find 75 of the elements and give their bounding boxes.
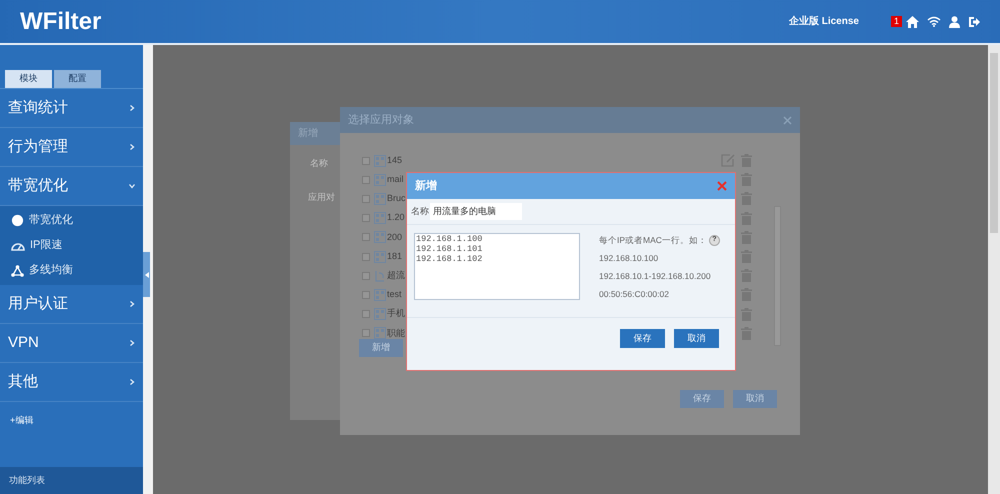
checkbox[interactable]: [362, 233, 370, 242]
save-button[interactable]: 保存: [680, 390, 724, 408]
sidebar-submenu-item[interactable]: 多线均衡: [0, 258, 143, 283]
group-icon: [374, 154, 386, 167]
checkbox[interactable]: [362, 252, 370, 261]
list-item-label[interactable]: 手机: [387, 307, 405, 321]
group-icon: [374, 308, 386, 320]
chevron-down-icon: [129, 183, 135, 189]
group-icon: [374, 231, 386, 244]
close-icon[interactable]: [783, 116, 792, 124]
user-icon[interactable]: [949, 16, 960, 28]
address-line: 192.168.1.101: [416, 244, 484, 254]
list-item-label[interactable]: 超流: [387, 268, 405, 282]
checkbox[interactable]: [362, 156, 370, 165]
list-item-label[interactable]: 145: [387, 154, 402, 168]
group-icon: [374, 250, 386, 263]
example-text: 00:50:56:C0:00:02: [599, 288, 670, 301]
cancel-button[interactable]: 取消: [733, 390, 777, 408]
chevron-right-icon: [129, 340, 135, 346]
chevron-right-icon: [129, 144, 135, 150]
checkbox[interactable]: [362, 176, 370, 184]
license-label: 企业版 License: [788, 14, 859, 29]
field-label: 名称: [310, 157, 328, 170]
address-textarea[interactable]: 192.168.1.100 192.168.1.101 192.168.1.102: [414, 233, 580, 300]
notification-badge[interactable]: 1: [890, 16, 902, 27]
logout-icon[interactable]: [968, 16, 980, 28]
chevron-right-icon: [129, 301, 135, 307]
name-field[interactable]: 用流量多的电脑: [430, 203, 522, 220]
group-icon: [374, 192, 386, 205]
checkbox[interactable]: [362, 290, 370, 299]
list-item-label[interactable]: 200: [387, 230, 402, 244]
hint-text: 每个IP或者MAC一行。如：: [599, 234, 707, 246]
address-line: 192.168.1.100: [416, 234, 484, 244]
checkbox[interactable]: [362, 214, 370, 222]
sidebar-submenu-item[interactable]: IP限速: [0, 233, 143, 258]
group-icon: [374, 174, 386, 186]
edit-link[interactable]: +编辑: [0, 414, 143, 428]
scrollbar[interactable]: [988, 45, 1000, 494]
sidebar-tab[interactable]: 模块: [5, 70, 52, 88]
list-item-label[interactable]: 181: [387, 250, 402, 264]
sidebar-tab[interactable]: 配置: [54, 70, 101, 88]
chevron-right-icon: [129, 105, 135, 111]
address-line: 192.168.1.102: [416, 254, 484, 264]
group-icon: [374, 212, 386, 224]
gauge-icon: [11, 240, 25, 250]
checkbox[interactable]: [362, 329, 370, 338]
cancel-button[interactable]: 取消: [674, 329, 719, 348]
checkbox[interactable]: [362, 194, 370, 203]
list-item-label[interactable]: mail: [387, 173, 404, 187]
checkbox[interactable]: [362, 272, 370, 280]
network-icon: [11, 264, 24, 276]
section-label: 应用对: [308, 190, 335, 204]
wifi-icon[interactable]: [927, 16, 941, 27]
list-item-label[interactable]: 职能: [387, 326, 405, 340]
list-item-label[interactable]: 1.20: [387, 211, 405, 225]
group-icon: [374, 327, 386, 340]
sidebar-footer: 功能列表: [0, 467, 143, 494]
group-icon: [374, 288, 386, 301]
globe-icon: [11, 214, 24, 227]
example-text: 192.168.10.100: [599, 252, 660, 265]
example-text: 192.168.10.1-192.168.10.200: [599, 270, 712, 283]
dialog-title: 新增: [415, 178, 438, 194]
flow-icon: [374, 270, 386, 282]
list-item-label[interactable]: Bruc: [387, 192, 406, 206]
checkbox[interactable]: [362, 310, 370, 318]
chevron-right-icon: [129, 379, 135, 385]
home-icon[interactable]: [906, 16, 919, 28]
logo: WFilter: [20, 6, 102, 36]
list-item-label[interactable]: test: [387, 288, 402, 302]
collapse-handle[interactable]: [143, 252, 150, 297]
name-label: 名称: [411, 204, 429, 218]
new-button[interactable]: 新增: [359, 339, 403, 357]
close-icon[interactable]: [717, 181, 727, 191]
save-button[interactable]: 保存: [620, 329, 665, 348]
sidebar-submenu-item[interactable]: 带宽优化: [0, 208, 143, 233]
